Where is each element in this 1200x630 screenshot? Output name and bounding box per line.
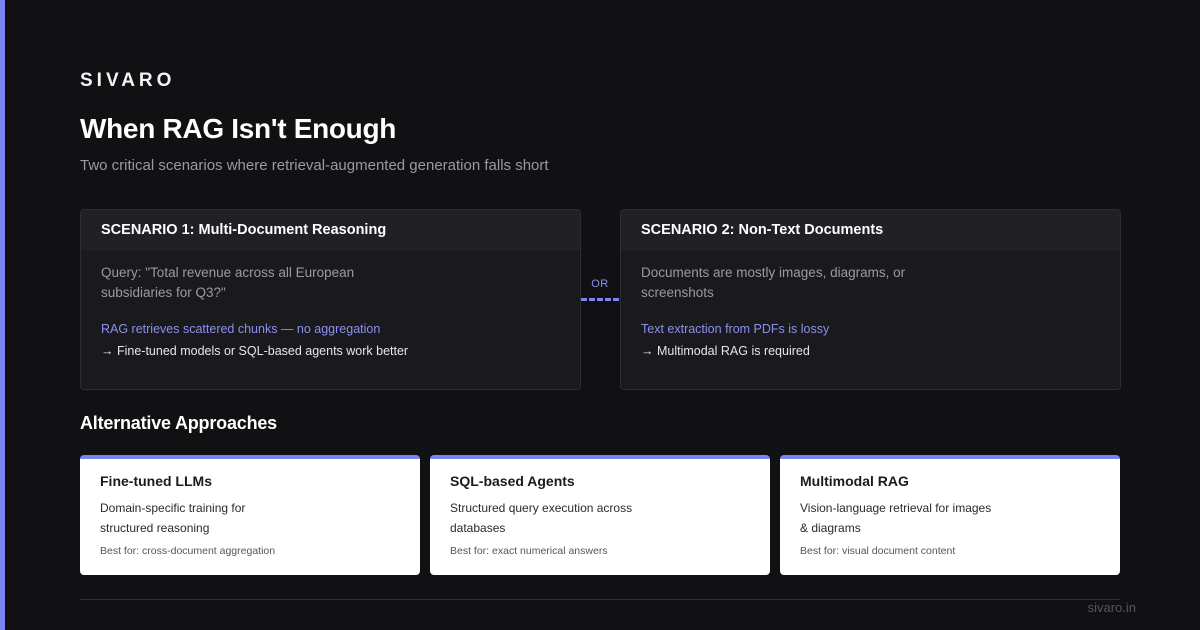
scenario-body: Documents are mostly images, diagrams, o… — [621, 250, 1120, 358]
page-title: When RAG Isn't Enough — [80, 113, 397, 144]
card-best-for: Best for: cross-document aggregation — [100, 545, 276, 557]
or-connector: OR — [581, 278, 619, 302]
scenario-description: Documents are mostly images, diagrams, o… — [641, 265, 906, 300]
scenario-body: Query: "Total revenue across all Europea… — [81, 250, 580, 358]
dashed-connector-line — [581, 298, 619, 301]
brand-logo: SIVARO — [80, 70, 176, 91]
alternatives-heading: Alternative Approaches — [80, 413, 277, 433]
scenario-title: SCENARIO 1: Multi-Document Reasoning — [81, 210, 580, 250]
page-subtitle: Two critical scenarios where retrieval-a… — [80, 157, 549, 174]
connector-label: OR — [591, 278, 609, 290]
card-best-for: Best for: visual document content — [800, 545, 956, 557]
alternative-card-sql-agents: SQL-based Agents Structured query execut… — [430, 455, 770, 575]
scenario-card-2: SCENARIO 2: Non-Text Documents Documents… — [620, 209, 1121, 390]
left-accent-bar — [0, 0, 5, 630]
card-description: Structured query execution across databa… — [450, 501, 633, 535]
scenario-solution: → Fine-tuned models or SQL-based agents … — [101, 344, 409, 358]
scenario-problem: RAG retrieves scattered chunks — no aggr… — [101, 322, 381, 336]
scenario-solution: → Multimodal RAG is required — [641, 344, 810, 358]
card-title: Fine-tuned LLMs — [100, 473, 212, 489]
card-title: Multimodal RAG — [800, 473, 909, 489]
card-description: Vision-language retrieval for images & d… — [800, 501, 992, 535]
card-title: SQL-based Agents — [450, 473, 575, 489]
alternative-card-fine-tuned-llms: Fine-tuned LLMs Domain-specific training… — [80, 455, 420, 575]
footer-url[interactable]: sivaro.in — [1088, 600, 1136, 615]
footer-divider — [80, 599, 1120, 600]
card-best-for: Best for: exact numerical answers — [450, 545, 608, 557]
scenario-problem: Text extraction from PDFs is lossy — [641, 322, 830, 336]
card-description: Domain-specific training for structured … — [100, 501, 246, 535]
scenario-description: Query: "Total revenue across all Europea… — [101, 265, 355, 300]
alternative-card-multimodal-rag: Multimodal RAG Vision-language retrieval… — [780, 455, 1120, 575]
scenario-title: SCENARIO 2: Non-Text Documents — [621, 210, 1120, 250]
scenario-card-1: SCENARIO 1: Multi-Document Reasoning Que… — [80, 209, 581, 390]
